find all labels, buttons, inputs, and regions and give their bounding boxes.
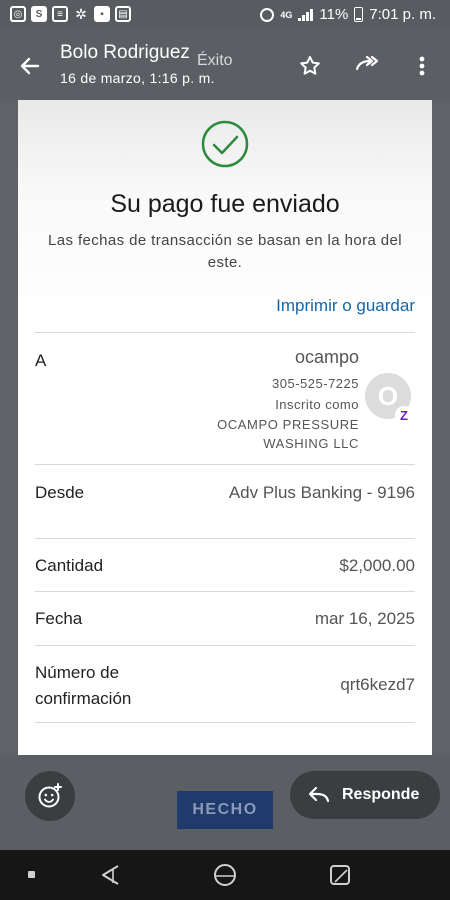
confirmation-number-row: Número de confirmación qrt6kezd7 xyxy=(35,645,415,723)
reply-button[interactable]: Responde xyxy=(290,771,440,819)
chat-icon: ▪ xyxy=(94,6,110,22)
date-value: mar 16, 2025 xyxy=(314,609,415,628)
document-icon: ≡ xyxy=(52,6,68,22)
timezone-note: Las fechas de transacción se basan en la… xyxy=(48,232,402,271)
amount-value: $2,000.00 xyxy=(339,556,415,575)
instagram-icon: ◎ xyxy=(10,6,26,22)
more-options-button[interactable] xyxy=(404,48,440,84)
amount-label: Cantidad xyxy=(35,556,104,575)
zelle-badge-icon: Z xyxy=(395,406,413,424)
nav-back-button[interactable] xyxy=(96,860,126,890)
home-circle-icon xyxy=(214,864,236,886)
forward-icon xyxy=(355,55,379,71)
recipient-company: OCAMPO PRESSURE WASHING LLC xyxy=(217,417,359,451)
back-triangle-icon xyxy=(102,865,119,885)
print-or-save-link[interactable]: Imprimir o guardar xyxy=(276,296,415,316)
status-bar: ◎ S ≡ ✲ ▪ ▤ 4G 11% 7:01 p. m. xyxy=(0,0,450,30)
bottom-actions: HECHO Responde xyxy=(0,755,450,850)
date-row: Fecha mar 16, 2025 xyxy=(35,591,415,645)
success-check-icon xyxy=(201,120,249,168)
status-right: 4G 11% 7:01 p. m. xyxy=(260,6,436,23)
notification-icons: ◎ S ≡ ✲ ▪ ▤ xyxy=(10,6,131,22)
reaction-button[interactable] xyxy=(25,771,75,821)
from-row: Desde Adv Plus Banking - 9196 xyxy=(35,464,415,538)
nav-indicator-icon xyxy=(28,871,35,878)
recents-square-icon xyxy=(330,865,350,885)
alarm-icon xyxy=(260,7,275,22)
confirmation-title: Su pago fue enviado xyxy=(110,190,340,218)
from-account: Adv Plus Banking - 9196 xyxy=(228,483,415,502)
recipient-phone: 305-525-7225 xyxy=(272,376,359,391)
message-header: Bolo Rodriguez Éxito 16 de marzo, 1:16 p… xyxy=(0,30,450,100)
confirmation-number-value: qrt6kezd7 xyxy=(340,675,415,694)
s-app-icon: S xyxy=(31,6,47,22)
confirmation-number-label: Número de confirmación xyxy=(35,663,132,708)
battery-percent: 11% xyxy=(319,6,349,23)
message-subject: Éxito xyxy=(197,52,233,69)
recipient-name: ocampo xyxy=(294,347,359,367)
recipient-label: A xyxy=(35,351,47,370)
reply-arrow-icon xyxy=(308,786,330,803)
confirmation-banner: Su pago fue enviado Las fechas de transa… xyxy=(18,100,432,332)
recipient-row: A ocampo 305-525-7225 Inscrito como OCAM… xyxy=(35,332,415,464)
more-vertical-icon xyxy=(419,56,425,76)
date-label: Fecha xyxy=(35,609,83,628)
payment-confirmation-card: Su pago fue enviado Las fechas de transa… xyxy=(18,100,432,755)
reply-label: Responde xyxy=(342,786,420,803)
emoji-add-icon xyxy=(38,783,62,808)
system-navigation-bar xyxy=(0,850,450,900)
nav-home-button[interactable] xyxy=(210,860,240,890)
star-button[interactable] xyxy=(292,48,328,84)
sender-name: Bolo Rodriguez xyxy=(60,42,190,63)
enrolled-as-label: Inscrito como xyxy=(275,397,359,412)
signal-icon xyxy=(298,8,314,21)
back-button[interactable] xyxy=(12,48,48,84)
email-screen: ◎ S ≡ ✲ ▪ ▤ 4G 11% 7:01 p. m. Bolo Rodri… xyxy=(0,0,450,900)
message-date: 16 de marzo, 1:16 p. m. xyxy=(60,70,215,86)
done-button[interactable]: HECHO xyxy=(177,791,273,829)
amount-row: Cantidad $2,000.00 xyxy=(35,538,415,591)
clock: 7:01 p. m. xyxy=(369,6,436,23)
nav-recents-button[interactable] xyxy=(325,860,355,890)
gallery-icon: ✲ xyxy=(75,5,87,22)
battery-icon xyxy=(354,7,364,22)
back-arrow-icon xyxy=(20,57,40,75)
forward-button[interactable] xyxy=(351,48,387,84)
star-icon xyxy=(300,56,320,75)
from-label: Desde xyxy=(35,483,85,502)
network-badge: 4G xyxy=(280,9,293,20)
news-icon: ▤ xyxy=(115,6,131,22)
